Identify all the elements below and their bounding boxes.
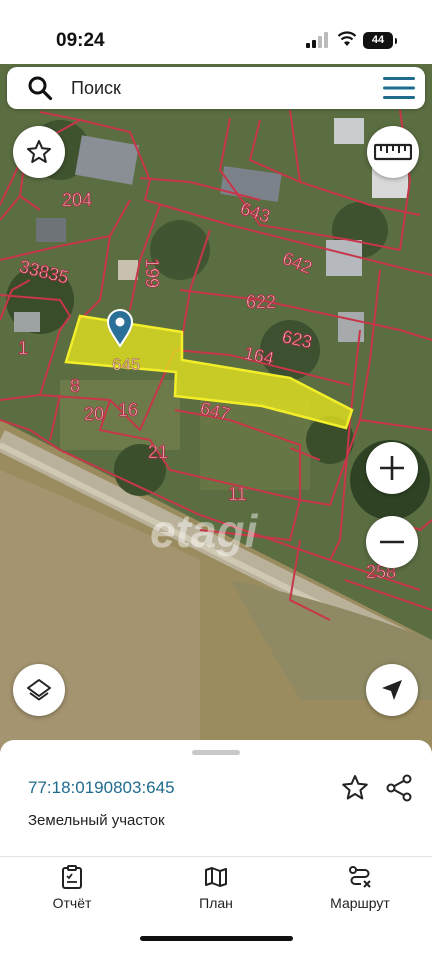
ruler-button[interactable] (367, 126, 419, 178)
cadastral-number[interactable]: 77:18:0190803:645 (28, 778, 175, 798)
watermark: etagi (150, 505, 258, 557)
tab-plan[interactable]: План (156, 865, 276, 911)
tab-route[interactable]: Маршрут (300, 865, 420, 911)
search-bar[interactable]: Поиск (7, 67, 425, 109)
sheet-drag-handle[interactable] (192, 750, 240, 755)
hamburger-menu-icon[interactable] (383, 77, 415, 99)
parcel-label: 1 (18, 338, 28, 358)
parcel-info-sheet[interactable]: 77:18:0190803:645 Земельный участок (0, 740, 432, 889)
parcel-label: 16 (118, 400, 138, 420)
zoom-in-button[interactable] (366, 442, 418, 494)
tab-report-label: Отчёт (52, 895, 92, 911)
wifi-icon (337, 31, 357, 46)
plus-icon (380, 456, 404, 480)
my-location-button[interactable] (366, 664, 418, 716)
ruler-icon (374, 143, 412, 161)
parcel-label: 11 (228, 484, 247, 504)
parcel-label: 20 (84, 404, 104, 424)
navigation-arrow-icon (382, 680, 402, 700)
battery-tip (395, 38, 397, 44)
property-type: Земельный участок (28, 812, 165, 829)
route-icon (349, 866, 371, 888)
layers-button[interactable] (13, 664, 65, 716)
star-icon (27, 140, 51, 163)
status-time: 09:24 (56, 30, 105, 51)
minus-icon (380, 540, 404, 544)
parcel-label: 8 (70, 376, 80, 396)
map-plan-icon (205, 867, 227, 887)
search-input[interactable]: Поиск (71, 78, 121, 99)
report-icon (62, 865, 82, 889)
map-view[interactable]: 645 204 643 642 199 33835 622 623 164 1 … (0, 64, 432, 764)
layers-icon (27, 679, 51, 701)
parcel-label: 622 (246, 292, 276, 312)
favorite-star-icon[interactable] (340, 773, 370, 803)
zoom-out-button[interactable] (366, 516, 418, 568)
map-canvas[interactable]: 645 204 643 642 199 33835 622 623 164 1 … (0, 64, 432, 764)
share-icon[interactable] (384, 773, 414, 803)
status-bar: 09:24 44 (0, 0, 432, 64)
parcel-label: 204 (62, 190, 92, 210)
parcel-label: 199 (142, 258, 162, 288)
favorite-map-button[interactable] (13, 126, 65, 178)
battery-icon: 44 (363, 32, 393, 49)
tab-report[interactable]: Отчёт (12, 865, 132, 911)
cellular-signal-icon (306, 32, 328, 48)
home-indicator[interactable] (140, 936, 293, 941)
search-icon[interactable] (27, 75, 53, 101)
parcel-label: 21 (148, 442, 168, 462)
bottom-tab-bar: Отчёт План Маршрут (0, 856, 432, 961)
tab-plan-label: План (199, 895, 233, 911)
parcel-label-645: 645 (112, 355, 140, 374)
tab-route-label: Маршрут (330, 895, 390, 911)
